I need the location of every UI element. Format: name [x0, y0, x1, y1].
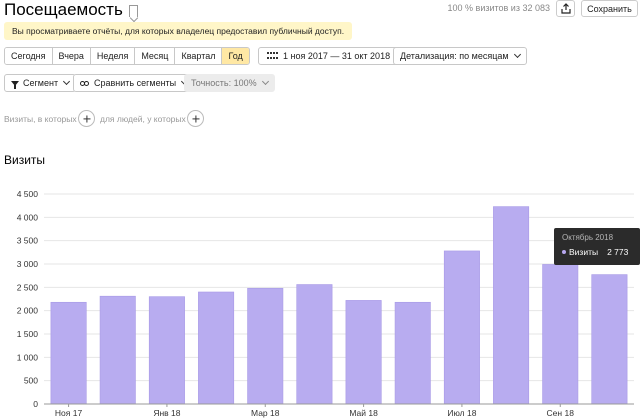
tooltip-date: Октябрь 2018: [562, 233, 614, 242]
period-yesterday-button[interactable]: Вчера: [52, 48, 91, 64]
bar[interactable]: [247, 287, 284, 405]
page-title-text: Посещаемость: [4, 0, 123, 19]
bookmark-icon[interactable]: [128, 5, 138, 17]
x-tick-label: Май 18: [349, 408, 378, 418]
period-week-button[interactable]: Неделя: [90, 48, 136, 64]
visits-bar-chart: 0 500 1 000 1 500 2 000 2 500 3 000 3 500 4 000 4…: [17, 189, 634, 418]
bar[interactable]: [394, 301, 431, 405]
y-tick-label: 1 500: [17, 329, 39, 339]
period-year-button[interactable]: Год: [222, 48, 249, 64]
compare-segments-button[interactable]: Сравнить сегменты: [73, 74, 195, 92]
period-month-button[interactable]: Месяц: [135, 48, 176, 64]
bar[interactable]: [148, 296, 185, 405]
segment-label: Сегмент: [23, 78, 59, 88]
tooltip-series-name: Визиты: [569, 247, 599, 257]
funnel-icon: [11, 80, 19, 89]
add-visits-condition-button[interactable]: [78, 110, 95, 127]
public-access-notice: Вы просматриваете отчёты, для которых вл…: [4, 22, 353, 40]
bar[interactable]: [542, 264, 579, 405]
date-range-picker[interactable]: 1 ноя 2017 — 31 окт 2018: [258, 47, 400, 65]
add-people-condition-button[interactable]: [187, 110, 204, 127]
y-tick-label: 3 500: [17, 236, 39, 246]
chevron-down-icon: [513, 50, 521, 59]
chart-tooltip: Октябрь 2018 Визиты 2 773: [554, 228, 640, 265]
chevron-down-icon: [261, 77, 269, 86]
page-title: Посещаемость: [4, 0, 138, 20]
tooltip-value: 2 773: [607, 247, 629, 257]
chevron-down-icon: [63, 77, 71, 86]
calendar-icon: [267, 52, 278, 60]
bar[interactable]: [443, 250, 480, 405]
share-icon: [560, 3, 571, 14]
visits-condition-label: Визиты, в которых: [4, 114, 77, 124]
y-tick-label: 2 000: [17, 306, 39, 316]
y-tick-label: 1 000: [17, 352, 39, 362]
bar[interactable]: [198, 291, 235, 405]
x-tick-label: Янв 18: [153, 408, 180, 418]
bar[interactable]: [493, 206, 530, 405]
y-tick-label: 4 500: [17, 189, 39, 199]
bar[interactable]: [99, 295, 136, 405]
y-tick-label: 3 000: [17, 259, 39, 269]
series-dot-icon: [562, 250, 566, 254]
people-condition-label: для людей, у которых: [100, 114, 186, 124]
section-title: Визиты: [4, 153, 46, 167]
bar[interactable]: [296, 284, 333, 405]
y-tick-label: 0: [33, 399, 38, 409]
detail-label: Детализация: по месяцам: [400, 51, 509, 61]
compare-segments-label: Сравнить сегменты: [94, 78, 177, 88]
save-button[interactable]: Сохранить: [581, 0, 638, 17]
bar[interactable]: [591, 274, 628, 405]
share-button[interactable]: [556, 0, 575, 17]
period-today-button[interactable]: Сегодня: [5, 48, 53, 64]
accuracy-dropdown[interactable]: Точность: 100%: [184, 74, 275, 92]
period-selector: Сегодня Вчера Неделя Месяц Квартал Год: [4, 47, 250, 65]
compare-icon: [80, 79, 90, 87]
x-tick-label: Июл 18: [447, 408, 476, 418]
bar[interactable]: [345, 300, 382, 405]
bar[interactable]: [50, 301, 87, 405]
accuracy-label: Точность: 100%: [191, 78, 257, 88]
visits-share-note: 100 % визитов из 32 083: [447, 3, 550, 13]
y-tick-label: 2 500: [17, 282, 39, 292]
period-quarter-button[interactable]: Квартал: [175, 48, 223, 64]
y-tick-label: 500: [24, 376, 38, 386]
y-tick-label: 4 000: [17, 212, 39, 222]
x-tick-label: Ноя 17: [55, 408, 83, 418]
detail-dropdown[interactable]: Детализация: по месяцам: [393, 47, 527, 65]
date-range-label: 1 ноя 2017 — 31 окт 2018: [283, 51, 391, 61]
x-tick-label: Сен 18: [547, 408, 575, 418]
x-tick-label: Мар 18: [251, 408, 280, 418]
segment-button[interactable]: Сегмент: [4, 74, 77, 92]
